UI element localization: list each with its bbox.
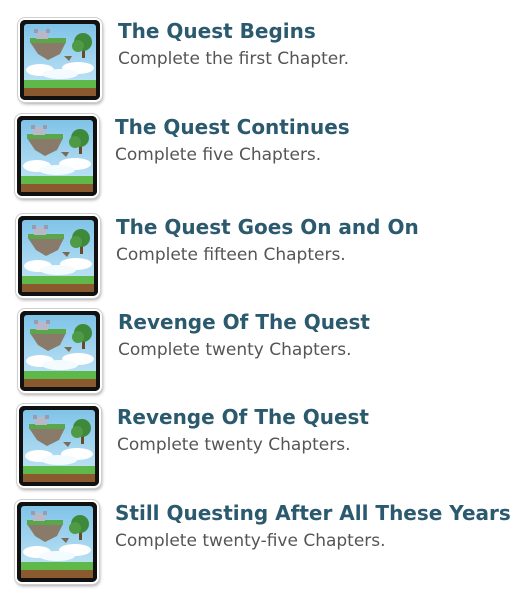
- floating-island-icon: [15, 114, 99, 198]
- achievement-description: Complete twenty Chapters.: [118, 340, 352, 360]
- achievement-description: Complete five Chapters.: [115, 145, 322, 165]
- achievement-title: Revenge Of The Quest: [118, 310, 370, 334]
- floating-island-icon: [18, 18, 102, 102]
- achievement-item[interactable]: The Quest Begins Complete the first Chap…: [18, 18, 518, 108]
- achievement-description: Complete twenty Chapters.: [117, 435, 351, 455]
- achievement-title: Still Questing After All These Years: [115, 501, 511, 525]
- floating-island-icon: [15, 500, 99, 584]
- floating-island-icon: [17, 404, 101, 488]
- achievement-item[interactable]: Revenge Of The Quest Complete twenty Cha…: [17, 404, 517, 494]
- achievement-title: The Quest Goes On and On: [116, 215, 419, 239]
- achievement-item[interactable]: The Quest Continues Complete five Chapte…: [15, 114, 515, 204]
- achievement-title: The Quest Begins: [118, 19, 316, 43]
- achievement-item[interactable]: The Quest Goes On and On Complete fiftee…: [16, 214, 516, 304]
- achievement-item[interactable]: Revenge Of The Quest Complete twenty Cha…: [18, 309, 518, 399]
- achievement-list: The Quest Begins Complete the first Chap…: [0, 0, 525, 599]
- achievement-description: Complete fifteen Chapters.: [116, 245, 346, 265]
- achievement-description: Complete the first Chapter.: [118, 49, 350, 69]
- achievement-title: The Quest Continues: [115, 115, 350, 139]
- achievement-title: Revenge Of The Quest: [117, 405, 369, 429]
- achievement-item[interactable]: Still Questing After All These Years Com…: [15, 500, 515, 590]
- floating-island-icon: [18, 309, 102, 393]
- floating-island-icon: [16, 214, 100, 298]
- achievement-description: Complete twenty-five Chapters.: [115, 531, 386, 551]
